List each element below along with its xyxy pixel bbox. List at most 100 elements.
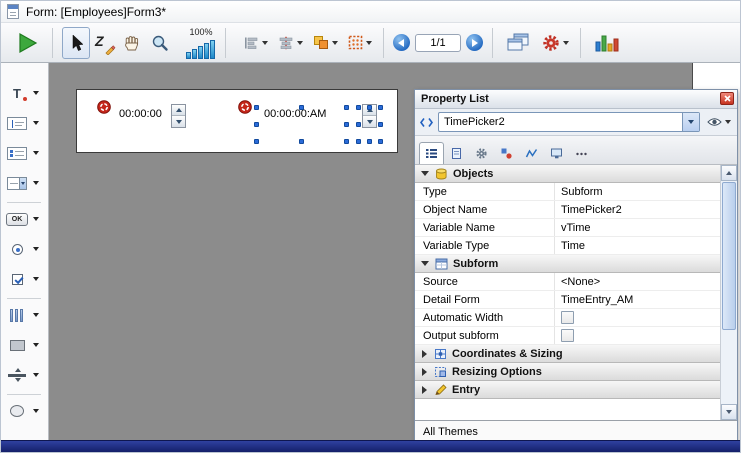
expander-open-icon[interactable] bbox=[421, 261, 429, 266]
chevron-down-icon[interactable] bbox=[33, 247, 39, 251]
entry-order-tool-button[interactable]: Z bbox=[90, 27, 118, 59]
chevron-down-icon[interactable] bbox=[262, 41, 268, 45]
property-value[interactable]: TimePicker2 bbox=[555, 204, 622, 216]
chevron-down-icon[interactable] bbox=[33, 313, 39, 317]
scrollbar-thumb[interactable] bbox=[722, 182, 736, 330]
page-indicator[interactable]: 1/1 bbox=[415, 34, 461, 52]
tab-actions[interactable] bbox=[494, 142, 519, 164]
zoom-bars-icon[interactable] bbox=[186, 39, 216, 59]
selection-handle[interactable] bbox=[344, 122, 349, 127]
property-row-automatic-width[interactable]: Automatic Width bbox=[415, 309, 720, 327]
timepicker2-value[interactable]: 00:00:00:AM bbox=[264, 108, 326, 121]
zoom-level-control[interactable]: 100% bbox=[186, 27, 216, 59]
property-value[interactable]: Time bbox=[555, 240, 585, 252]
selection-handle[interactable] bbox=[344, 105, 349, 110]
palette-item-combo-box[interactable] bbox=[4, 171, 46, 195]
chevron-down-icon[interactable] bbox=[33, 121, 39, 125]
chevron-down-icon[interactable] bbox=[33, 151, 39, 155]
next-page-button[interactable] bbox=[466, 34, 483, 51]
selection-handle[interactable] bbox=[378, 105, 383, 110]
align-menu-button[interactable] bbox=[241, 36, 270, 50]
selection-tool-button[interactable] bbox=[62, 27, 90, 59]
section-header-resizing-options[interactable]: Resizing Options bbox=[415, 363, 720, 381]
scroll-up-button[interactable] bbox=[721, 165, 737, 181]
selection-handle[interactable] bbox=[254, 105, 259, 110]
actions-menu-button[interactable] bbox=[540, 34, 571, 52]
palette-item-splitter[interactable] bbox=[4, 363, 46, 387]
palette-item-rectangle[interactable] bbox=[4, 333, 46, 357]
view-options-button[interactable] bbox=[705, 115, 733, 129]
insert-chart-button[interactable] bbox=[590, 27, 624, 59]
chevron-down-icon[interactable] bbox=[33, 373, 39, 377]
selection-handle[interactable] bbox=[299, 105, 304, 110]
execute-form-button[interactable] bbox=[11, 27, 43, 59]
object-selector-dropdown[interactable]: TimePicker2 bbox=[438, 112, 700, 132]
zoom-tool-button[interactable] bbox=[146, 27, 174, 59]
tab-display[interactable] bbox=[544, 142, 569, 164]
stepper-down-button[interactable] bbox=[363, 116, 376, 127]
section-header-entry[interactable]: Entry bbox=[415, 381, 720, 399]
chevron-down-icon[interactable] bbox=[33, 343, 39, 347]
palette-item-list-box[interactable] bbox=[4, 141, 46, 165]
distribute-menu-button[interactable] bbox=[311, 35, 340, 50]
expander-closed-icon[interactable] bbox=[422, 386, 427, 394]
selection-handle[interactable] bbox=[378, 139, 383, 144]
close-button[interactable] bbox=[720, 92, 734, 105]
expander-closed-icon[interactable] bbox=[422, 350, 427, 358]
output-subform-checkbox[interactable] bbox=[561, 329, 574, 342]
property-row-object-name[interactable]: Object Name TimePicker2 bbox=[415, 201, 720, 219]
move-tool-button[interactable] bbox=[118, 27, 146, 59]
property-row-type[interactable]: Type Subform bbox=[415, 183, 720, 201]
property-row-variable-type[interactable]: Variable Type Time bbox=[415, 237, 720, 255]
property-row-source[interactable]: Source <None> bbox=[415, 273, 720, 291]
chevron-down-icon[interactable] bbox=[297, 41, 303, 45]
property-grid-scrollbar[interactable] bbox=[720, 165, 737, 420]
tab-events[interactable] bbox=[519, 142, 544, 164]
chevron-down-icon[interactable] bbox=[33, 91, 39, 95]
section-header-coordinates-sizing[interactable]: Coordinates & Sizing bbox=[415, 345, 720, 363]
selection-handle[interactable] bbox=[344, 139, 349, 144]
selection-handle[interactable] bbox=[378, 122, 383, 127]
selection-handle[interactable] bbox=[367, 139, 372, 144]
chevron-down-icon[interactable] bbox=[33, 181, 39, 185]
palette-item-text[interactable]: T bbox=[4, 81, 46, 105]
tab-more[interactable] bbox=[569, 142, 594, 164]
section-header-subform[interactable]: Subform bbox=[415, 255, 720, 273]
selection-handle[interactable] bbox=[254, 122, 259, 127]
property-list-titlebar[interactable]: Property List bbox=[415, 90, 737, 109]
tab-settings[interactable] bbox=[469, 142, 494, 164]
previous-page-button[interactable] bbox=[393, 34, 410, 51]
form-page[interactable]: 00:00:00 00:00:00:AM bbox=[76, 89, 398, 153]
tab-page[interactable] bbox=[444, 142, 469, 164]
selection-handle[interactable] bbox=[299, 139, 304, 144]
property-row-detail-form[interactable]: Detail Form TimeEntry_AM bbox=[415, 291, 720, 309]
chevron-down-icon[interactable] bbox=[563, 41, 569, 45]
selection-handle[interactable] bbox=[356, 122, 361, 127]
align-center-menu-button[interactable] bbox=[276, 36, 305, 50]
scroll-down-button[interactable] bbox=[721, 404, 737, 420]
property-value[interactable]: vTime bbox=[555, 222, 591, 234]
chevron-down-icon[interactable] bbox=[332, 41, 338, 45]
chevron-down-icon[interactable] bbox=[725, 120, 731, 124]
selection-handle[interactable] bbox=[356, 105, 361, 110]
chevron-down-icon[interactable] bbox=[33, 217, 39, 221]
timepicker1-value[interactable]: 00:00:00 bbox=[119, 108, 162, 121]
chevron-down-icon[interactable] bbox=[366, 41, 372, 45]
palette-item-oval[interactable] bbox=[4, 399, 46, 423]
form-windows-button[interactable] bbox=[502, 27, 534, 59]
property-value[interactable]: TimeEntry_AM bbox=[555, 294, 633, 306]
expander-open-icon[interactable] bbox=[421, 171, 429, 176]
timepicker1-stepper[interactable] bbox=[171, 104, 186, 128]
stepper-down-button[interactable] bbox=[172, 116, 185, 127]
stepper-up-button[interactable] bbox=[172, 105, 185, 116]
expander-closed-icon[interactable] bbox=[422, 368, 427, 376]
dropdown-button[interactable] bbox=[682, 113, 699, 131]
property-row-variable-name[interactable]: Variable Name vTime bbox=[415, 219, 720, 237]
property-value[interactable]: Subform bbox=[555, 186, 603, 198]
automatic-width-checkbox[interactable] bbox=[561, 311, 574, 324]
grid-menu-button[interactable] bbox=[346, 35, 374, 50]
palette-item-radio-button[interactable] bbox=[4, 237, 46, 261]
palette-item-check-box[interactable] bbox=[4, 267, 46, 291]
palette-item-input[interactable] bbox=[4, 111, 46, 135]
chevron-down-icon[interactable] bbox=[33, 409, 39, 413]
